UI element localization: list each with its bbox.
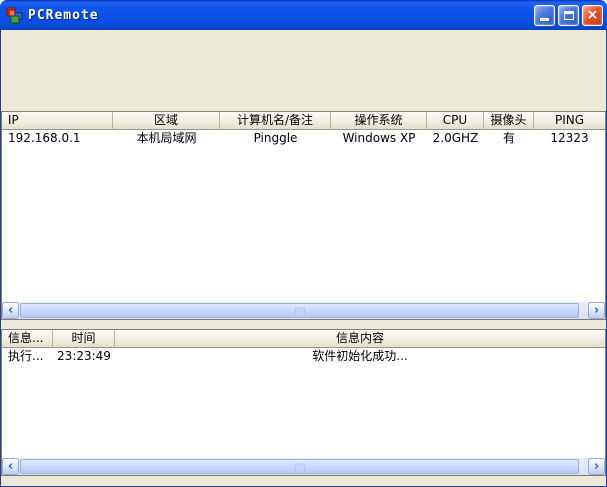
column-header-region[interactable]: 区域	[113, 112, 220, 130]
chevron-left-icon: ‹	[7, 458, 14, 474]
computers-scroll-thumb[interactable]	[20, 303, 579, 318]
log-hscrollbar: ‹ ›	[2, 458, 605, 475]
window-controls: ×	[534, 4, 603, 26]
column-header-ping[interactable]: PING	[534, 112, 605, 130]
app-icon	[6, 7, 23, 23]
chevron-right-icon: ›	[593, 458, 600, 474]
column-header-camera[interactable]: 摄像头	[484, 112, 534, 130]
maximize-button[interactable]	[558, 4, 579, 26]
cell-ping: 12323	[550, 131, 589, 145]
maximize-icon	[563, 10, 574, 20]
computers-list: IP 区域 计算机名/备注 操作系统 CPU 摄像头 PING 192.168.…	[1, 111, 606, 320]
cell-cpu: 2.0GHZ	[432, 131, 479, 145]
minimize-button[interactable]	[534, 4, 555, 26]
chevron-left-icon: ‹	[7, 302, 14, 318]
computers-scroll-track[interactable]	[19, 302, 588, 319]
grip-icon	[295, 463, 304, 471]
log-list-header: 信息... 时间 信息内容	[2, 330, 605, 348]
cell-message: 软件初始化成功...	[312, 349, 408, 363]
log-scroll-track[interactable]	[19, 458, 588, 475]
cell-info-type: 执行...	[8, 349, 44, 363]
column-header-os[interactable]: 操作系统	[331, 112, 427, 130]
minimize-icon	[540, 17, 549, 21]
computer-row[interactable]: 192.168.0.1 本机局域网 Pinggle Windows XP 2.0…	[2, 130, 605, 147]
log-scroll-right-button[interactable]: ›	[588, 458, 605, 475]
pcremote-window: PCRemote × IP 区域 计算机名/备注 操作系统 CPU 摄像头 PI…	[0, 0, 607, 487]
column-header-cpu[interactable]: CPU	[427, 112, 484, 130]
window-title: PCRemote	[28, 7, 99, 23]
cell-camera: 有	[502, 131, 515, 145]
column-header-time[interactable]: 时间	[53, 330, 115, 348]
close-button[interactable]: ×	[582, 4, 603, 26]
log-row[interactable]: 执行... 23:23:49 软件初始化成功...	[2, 348, 605, 365]
cell-ip: 192.168.0.1	[8, 131, 81, 145]
client-area: IP 区域 计算机名/备注 操作系统 CPU 摄像头 PING 192.168.…	[0, 30, 607, 487]
cell-time: 23:23:49	[57, 349, 111, 363]
log-list-body: 执行... 23:23:49 软件初始化成功...	[2, 348, 605, 458]
computers-list-body: 192.168.0.1 本机局域网 Pinggle Windows XP 2.0…	[2, 130, 605, 302]
computers-hscrollbar: ‹ ›	[2, 302, 605, 319]
column-header-ip[interactable]: IP	[2, 112, 113, 130]
panel-gap	[1, 320, 606, 329]
grip-icon	[295, 307, 304, 315]
computers-scroll-left-button[interactable]: ‹	[2, 302, 19, 319]
log-list: 信息... 时间 信息内容 执行... 23:23:49 软件初始化成功... …	[1, 329, 606, 476]
cell-region: 本机局域网	[136, 131, 197, 145]
cell-computer-name: Pinggle	[253, 131, 298, 145]
close-icon: ×	[586, 6, 599, 23]
chevron-right-icon: ›	[593, 302, 600, 318]
column-header-info-type[interactable]: 信息...	[2, 330, 53, 348]
column-header-computer-name[interactable]: 计算机名/备注	[220, 112, 331, 130]
log-scroll-thumb[interactable]	[20, 459, 579, 474]
column-header-message[interactable]: 信息内容	[115, 330, 605, 348]
computers-scroll-right-button[interactable]: ›	[588, 302, 605, 319]
computers-list-header: IP 区域 计算机名/备注 操作系统 CPU 摄像头 PING	[2, 112, 605, 130]
cell-os: Windows XP	[342, 131, 416, 145]
titlebar[interactable]: PCRemote ×	[0, 0, 607, 30]
top-panel	[1, 30, 606, 111]
log-scroll-left-button[interactable]: ‹	[2, 458, 19, 475]
